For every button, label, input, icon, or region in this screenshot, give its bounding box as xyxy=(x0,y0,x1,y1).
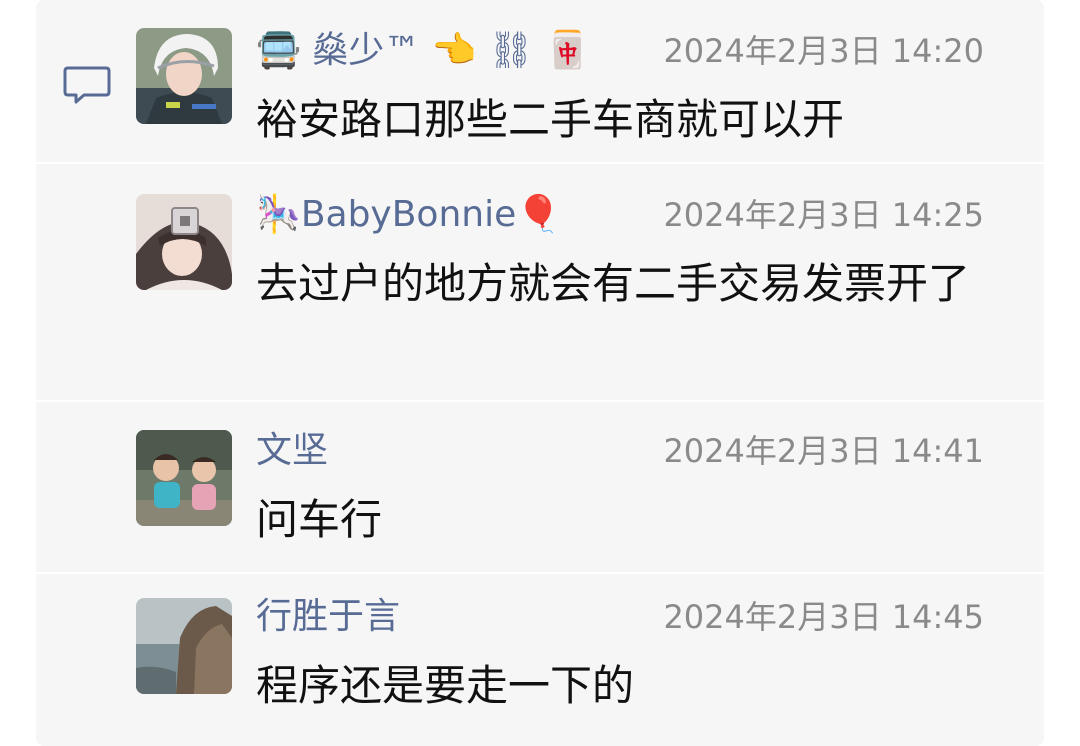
comment-time: 2024年2月3日 14:25 xyxy=(663,196,984,234)
divider xyxy=(36,162,1044,164)
avatar[interactable] xyxy=(136,194,232,290)
comment-author[interactable]: 文坚 xyxy=(256,426,328,476)
comment-author[interactable]: 🎠BabyBonnie🎈 xyxy=(256,190,561,240)
comment-time: 2024年2月3日 14:41 xyxy=(663,432,984,470)
avatar[interactable] xyxy=(136,430,232,526)
divider xyxy=(36,572,1044,574)
comment-time: 2024年2月3日 14:20 xyxy=(663,32,984,70)
comment-text: 去过户的地方就会有二手交易发票开了 xyxy=(256,259,971,308)
comment-text: 问车行 xyxy=(256,495,383,544)
comment-text: 程序还是要走一下的 xyxy=(256,661,635,710)
avatar[interactable] xyxy=(136,28,232,124)
comment-item: 文坚 2024年2月3日 14:41 问车行 xyxy=(36,426,1044,566)
comment-time: 2024年2月3日 14:45 xyxy=(663,598,984,636)
comment-item: 行胜于言 2024年2月3日 14:45 程序还是要走一下的 xyxy=(36,592,1044,732)
avatar[interactable] xyxy=(136,598,232,694)
comment-author[interactable]: 行胜于言 xyxy=(256,592,400,642)
comment-item: 🎠BabyBonnie🎈 2024年2月3日 14:25 去过户的地方就会有二手… xyxy=(36,190,1044,390)
comment-author[interactable]: 🚍 燊少™ 👈 ⛓ 🀄 xyxy=(256,26,590,76)
divider xyxy=(36,400,1044,402)
comment-text: 裕安路口那些二手车商就可以开 xyxy=(256,95,845,144)
comment-item: 🚍 燊少™ 👈 ⛓ 🀄 2024年2月3日 14:20 裕安路口那些二手车商就可… xyxy=(36,26,1044,160)
